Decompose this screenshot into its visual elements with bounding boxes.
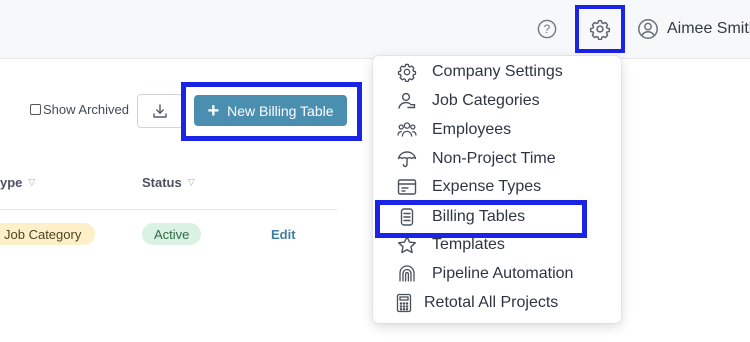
column-header-status[interactable]: Status ▽ [142,175,195,190]
column-type-label: ype [0,175,23,190]
user-hand-icon [397,91,417,111]
menu-item-company-settings[interactable]: Company Settings [373,59,621,85]
menu-item-pipeline-automation[interactable]: Pipeline Automation [373,261,621,287]
users-icon [397,120,417,140]
question-circle-icon: ? [537,19,557,39]
table-divider [0,209,337,210]
highlight-billing-tables [375,200,587,238]
sort-caret-icon: ▽ [28,177,36,187]
type-badge: Job Category [0,223,96,245]
edit-link[interactable]: Edit [271,227,296,242]
status-badge: Active [142,223,202,245]
download-icon [152,103,168,119]
show-archived-toggle[interactable]: Show Archived [30,102,129,117]
download-button[interactable] [137,94,183,128]
plus-icon: + [207,99,220,122]
menu-item-employees[interactable]: Employees [373,117,621,143]
gear-icon [397,62,417,82]
menu-item-job-categories[interactable]: Job Categories [373,88,621,114]
receipt-icon [397,177,417,197]
new-billing-table-label: New Billing Table [227,102,334,119]
menu-item-expense-types[interactable]: Expense Types [373,174,621,200]
help-button[interactable]: ? [536,18,558,40]
gear-icon [589,18,611,40]
column-header-type[interactable]: ype ▽ [0,175,35,190]
menu-item-non-project-time[interactable]: Non-Project Time [373,146,621,172]
fingerprint-icon [397,264,417,284]
menu-item-label: Job Categories [432,92,540,109]
menu-item-retotal-all-projects[interactable]: Retotal All Projects [373,290,621,316]
svg-text:?: ? [544,22,551,36]
menu-item-label: Company Settings [432,63,563,80]
user-name: Aimee Smith [667,20,750,37]
show-archived-checkbox[interactable] [30,104,41,115]
menu-item-label: Templates [432,236,505,253]
sort-caret-icon: ▽ [187,177,195,187]
menu-item-label: Pipeline Automation [432,265,574,282]
menu-item-label: Retotal All Projects [424,294,559,311]
top-bar: ? Aimee Smith [0,0,750,59]
user-menu[interactable]: Aimee Smith [637,16,750,42]
settings-button[interactable] [575,5,625,53]
star-icon [397,235,417,255]
menu-item-label: Non-Project Time [432,150,556,167]
column-status-label: Status [142,175,182,190]
settings-dropdown-menu: Company Settings Job Categories Employee… [373,56,621,323]
umbrella-icon [397,149,417,169]
user-circle-icon [637,18,659,40]
show-archived-label: Show Archived [43,102,129,117]
calculator-icon [395,293,415,313]
new-billing-table-button[interactable]: + New Billing Table [194,95,347,126]
menu-item-label: Expense Types [432,178,542,195]
menu-item-label: Employees [432,121,512,138]
